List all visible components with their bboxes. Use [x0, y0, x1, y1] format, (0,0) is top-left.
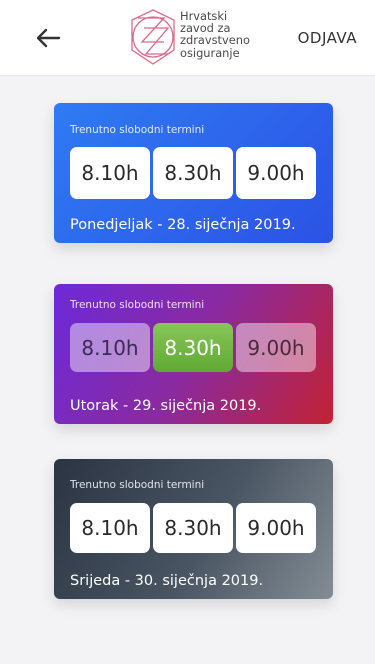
hzzo-logo: Hrvatski zavod za zdravstveno osiguranje [128, 8, 278, 66]
logo-text: Hrvatski zavod za zdravstveno osiguranje [180, 10, 280, 59]
card-subtitle: Trenutno slobodni termini [70, 299, 205, 311]
card-subtitle: Trenutno slobodni termini [70, 479, 205, 491]
card-date: Utorak - 29. siječnja 2019. [70, 398, 262, 414]
card-subtitle: Trenutno slobodni termini [70, 124, 205, 136]
card-date: Srijeda - 30. siječnja 2019. [70, 573, 264, 589]
logo-line: osiguranje [180, 45, 240, 60]
time-slot-button[interactable]: 8.30h [153, 147, 233, 199]
top-bar: Hrvatski zavod za zdravstveno osiguranje… [0, 0, 375, 75]
logout-button[interactable]: ODJAVA [298, 29, 357, 47]
time-slot-button[interactable]: 9.00h [236, 323, 316, 372]
arrow-left-icon [36, 28, 61, 48]
time-slot-button-selected[interactable]: 8.30h [153, 323, 233, 372]
appointment-card-monday: Trenutno slobodni termini 8.10h 8.30h 9.… [54, 103, 333, 243]
appointment-card-tuesday: Trenutno slobodni termini 8.10h 8.30h 9.… [54, 284, 333, 424]
card-date: Ponedjeljak - 28. siječnja 2019. [70, 217, 296, 233]
time-slot-button[interactable]: 8.10h [70, 503, 150, 553]
back-button[interactable] [30, 22, 66, 54]
time-slot-button[interactable]: 8.10h [70, 147, 150, 199]
logo-line: zdravstveno [180, 33, 250, 48]
hzzo-logo-icon [131, 9, 175, 65]
time-slot-button[interactable]: 9.00h [236, 503, 316, 553]
time-slot-button[interactable]: 9.00h [236, 147, 316, 199]
appointment-card-wednesday: Trenutno slobodni termini 8.10h 8.30h 9.… [54, 459, 333, 599]
time-slot-button[interactable]: 8.30h [153, 503, 233, 553]
time-slot-button[interactable]: 8.10h [70, 323, 150, 372]
